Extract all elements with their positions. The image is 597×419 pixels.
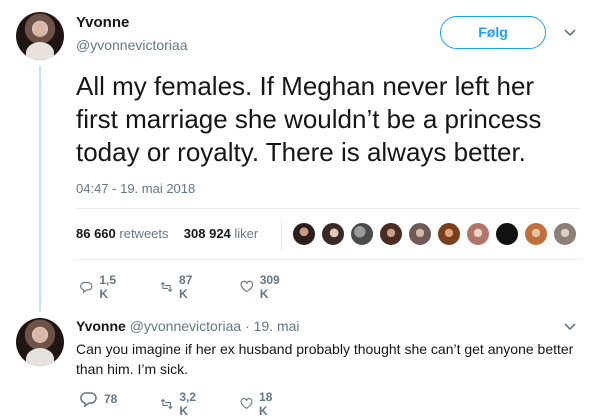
likes-label[interactable]: liker	[234, 226, 258, 241]
author-name[interactable]: Yvonne	[76, 14, 129, 31]
retweets-label[interactable]: retweets	[119, 226, 168, 241]
thread-connector-line	[39, 66, 41, 312]
retweet-button[interactable]: 87 K	[160, 273, 197, 301]
like-button[interactable]: 18 K	[240, 390, 277, 418]
reply-count: 1,5 K	[99, 273, 117, 301]
chevron-down-icon[interactable]	[563, 26, 577, 40]
reply-icon	[80, 281, 93, 294]
liker-avatar[interactable]	[437, 222, 461, 246]
likes-count[interactable]: 308 924	[184, 226, 231, 241]
reply-button[interactable]: 78	[80, 390, 117, 408]
liker-avatar[interactable]	[495, 222, 519, 246]
liker-avatar[interactable]	[379, 222, 403, 246]
liker-avatar[interactable]	[321, 222, 345, 246]
reply-date[interactable]: · 19. mai	[245, 318, 299, 334]
author-handle[interactable]: @yvonnevictoriaa	[76, 37, 188, 53]
divider	[76, 259, 581, 260]
retweet-count: 87 K	[179, 273, 193, 301]
reply-author-name[interactable]: Yvonne	[76, 318, 126, 334]
tweet-stats: 86 660 retweets 308 924 liker	[76, 226, 258, 241]
liker-avatar[interactable]	[466, 222, 490, 246]
retweet-button[interactable]: 3,2 K	[160, 390, 201, 418]
heart-icon	[240, 397, 253, 409]
liker-avatar[interactable]	[553, 222, 577, 246]
liker-avatar[interactable]	[350, 222, 374, 246]
reply-author-handle[interactable]: @yvonnevictoriaa	[130, 318, 242, 334]
stats-divider	[281, 218, 282, 250]
liker-avatar[interactable]	[408, 222, 432, 246]
liker-avatar[interactable]	[524, 222, 548, 246]
retweet-icon	[160, 281, 173, 293]
reply-icon	[80, 392, 97, 408]
tweet-timestamp[interactable]: 04:47 - 19. mai 2018	[76, 181, 195, 196]
like-count: 309 K	[259, 273, 280, 301]
author-avatar[interactable]	[16, 12, 64, 60]
reply-count: 78	[104, 392, 118, 406]
heart-icon	[240, 280, 254, 293]
tweet-text: All my females. If Meghan never left her…	[76, 71, 542, 167]
chevron-down-icon[interactable]	[563, 320, 577, 334]
reply-button[interactable]: 1,5 K	[80, 273, 121, 301]
retweet-count: 3,2 K	[179, 390, 197, 418]
liker-avatar[interactable]	[292, 222, 316, 246]
reply-text: Can you imagine if her ex husband probab…	[76, 341, 574, 377]
retweets-count[interactable]: 86 660	[76, 226, 116, 241]
reply-author-avatar[interactable]	[16, 318, 64, 366]
divider	[76, 208, 581, 209]
like-count: 18 K	[259, 390, 273, 418]
retweet-icon	[160, 398, 173, 410]
follow-button[interactable]: Følg	[440, 16, 546, 49]
like-button[interactable]: 309 K	[240, 273, 284, 301]
reply-header: Yvonne @yvonnevictoriaa · 19. mai	[76, 318, 300, 334]
